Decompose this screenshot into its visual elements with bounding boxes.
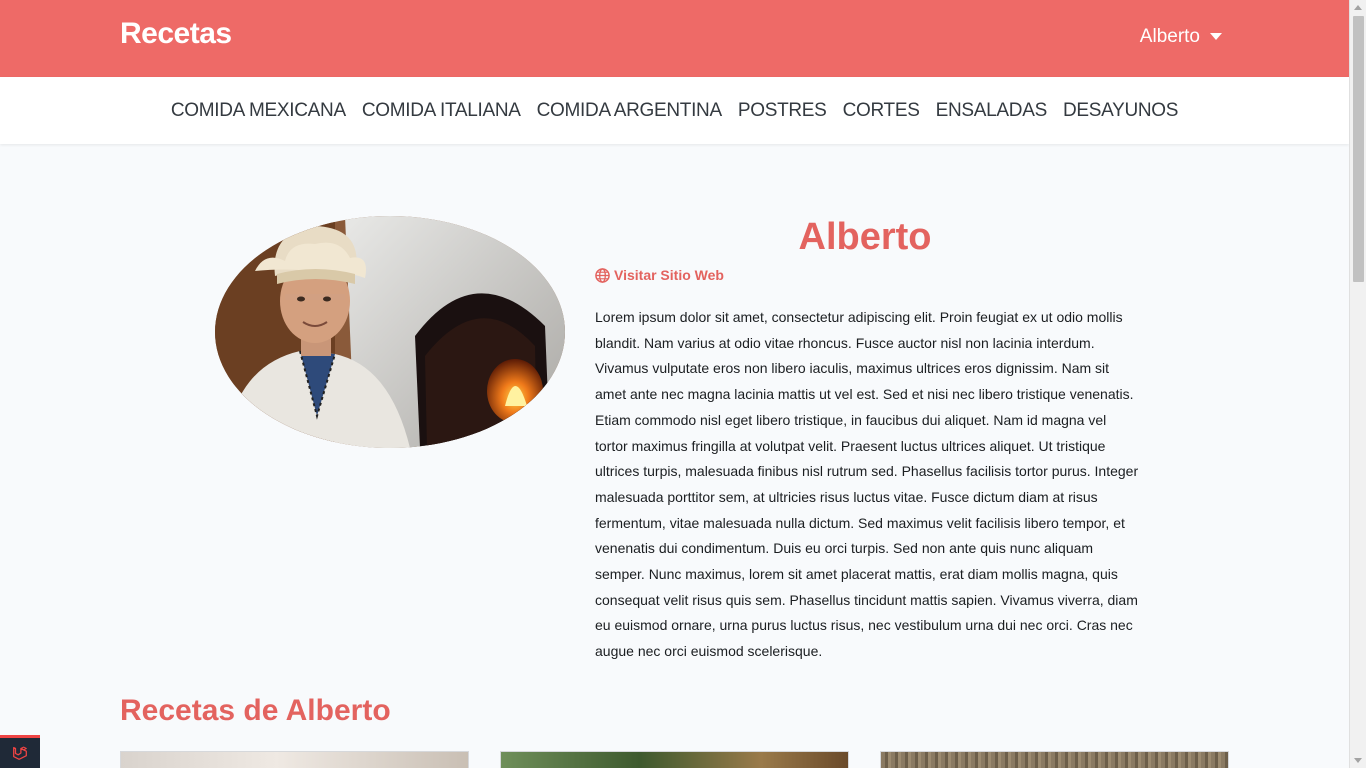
- category-link-cortes[interactable]: CORTES: [835, 100, 928, 122]
- profile-bio: Lorem ipsum dolor sit amet, consectetur …: [595, 309, 1139, 660]
- laravel-debugbar-icon[interactable]: [0, 735, 40, 768]
- recipe-card[interactable]: [120, 751, 469, 768]
- scroll-down-icon[interactable]: [1354, 758, 1362, 763]
- profile-avatar: [215, 216, 565, 448]
- category-link-ensaladas[interactable]: ENSALADAS: [928, 100, 1055, 122]
- category-link-postres[interactable]: POSTRES: [730, 100, 835, 122]
- category-link-comida-italiana[interactable]: COMIDA ITALIANA: [354, 100, 529, 122]
- user-name-label: Alberto: [1139, 26, 1200, 47]
- chevron-down-icon: [1210, 32, 1222, 40]
- top-navbar: Recetas Alberto: [0, 0, 1349, 77]
- recipe-card[interactable]: [880, 751, 1229, 768]
- user-dropdown[interactable]: Alberto: [1140, 26, 1222, 48]
- scroll-up-icon[interactable]: [1354, 5, 1362, 10]
- globe-icon: [595, 267, 610, 283]
- recipe-card[interactable]: [500, 751, 849, 768]
- category-link-comida-argentina[interactable]: COMIDA ARGENTINA: [529, 100, 730, 122]
- visit-website-label: Visitar Sitio Web: [614, 267, 724, 283]
- recipes-section-title: Recetas de Alberto: [120, 694, 391, 727]
- scrollbar-thumb[interactable]: [1353, 16, 1364, 282]
- visit-website-link[interactable]: Visitar Sitio Web: [595, 267, 724, 283]
- category-link-comida-mexicana[interactable]: COMIDA MEXICANA: [163, 100, 354, 122]
- category-link-desayunos[interactable]: DESAYUNOS: [1055, 100, 1186, 122]
- brand-logo-link[interactable]: Recetas: [120, 17, 232, 51]
- profile-name: Alberto: [798, 216, 932, 258]
- category-nav: COMIDA MEXICANA COMIDA ITALIANA COMIDA A…: [0, 77, 1349, 144]
- page-scrollbar[interactable]: [1349, 0, 1366, 768]
